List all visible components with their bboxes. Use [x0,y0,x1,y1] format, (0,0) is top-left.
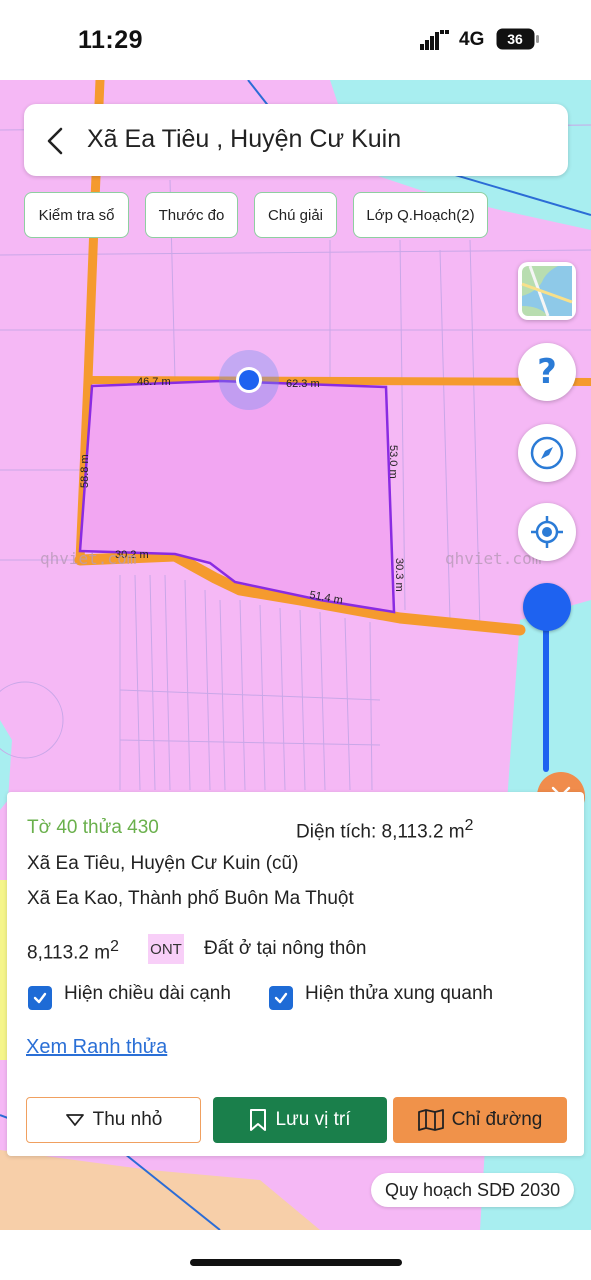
directions-button[interactable]: Chỉ đường [393,1097,567,1143]
area-value: 8,113.2 m2 [27,938,119,964]
signal-icon [420,30,449,50]
zoom-slider-handle[interactable] [523,583,571,631]
ruler-button[interactable]: Thước đo [145,192,238,238]
save-location-label: Lưu vị trí [275,1109,351,1130]
area-unit-sup: 2 [464,817,474,834]
directions-label: Chỉ đường [451,1109,543,1130]
parcel-info-panel: Tờ 40 thửa 430 Diện tích: 8,113.2 m2 Xã … [7,792,584,1156]
home-indicator[interactable] [190,1259,402,1266]
area-value-text: 8,113.2 m [27,942,111,964]
bottom-bar [0,1230,591,1280]
area-label-text: Diện tích: 8,113.2 m [296,821,465,843]
planning-layers-button[interactable]: Lớp Q.Hoạch(2) [353,192,488,238]
locate-me-button[interactable] [518,503,576,561]
crosshair-icon [531,516,563,548]
bookmark-icon [250,1109,267,1131]
land-code-badge: ONT [148,934,184,964]
location-dot [239,370,259,390]
help-icon: ? [537,352,557,392]
old-address: Xã Ea Tiêu, Huyện Cư Kuin (cũ) [27,853,299,874]
status-bar: 11:29 4G 36 [0,0,591,80]
view-boundary-link[interactable]: Xem Ranh thửa [26,1036,167,1059]
map-icon [417,1109,444,1131]
triangle-down-icon [65,1114,84,1126]
watermark: qhviet.com [40,549,136,568]
area-value-sup: 2 [110,938,119,955]
map-thumbnail-icon [521,265,573,317]
show-edge-lengths-label[interactable]: Hiện chiều dài cạnh [64,983,231,1005]
show-neighbors-label[interactable]: Hiện thửa xung quanh [305,983,493,1005]
battery-level: 36 [507,31,523,47]
check-book-button[interactable]: Kiểm tra sổ [24,192,129,238]
map-type-button[interactable] [518,262,576,320]
compass-icon [530,436,564,470]
show-neighbors-checkbox[interactable] [269,986,293,1010]
status-time: 11:29 [78,26,144,54]
back-arrow-icon[interactable] [42,126,68,156]
network-label: 4G [459,29,485,50]
help-button[interactable]: ? [518,343,576,401]
show-edge-lengths-checkbox[interactable] [28,986,52,1010]
parcel-number: Tờ 40 thửa 430 [27,817,159,838]
check-icon [33,992,47,1004]
orange-zone-bottom [0,1150,320,1230]
top-header: Xã Ea Tiêu , Huyện Cư Kuin [24,104,568,176]
save-location-button[interactable]: Lưu vị trí [213,1097,387,1143]
edge-label: 53.0 m [387,445,399,479]
check-icon [274,992,288,1004]
battery-icon: 36 [496,28,539,50]
land-type: Đất ở tại nông thôn [204,938,367,959]
area-label: Diện tích: 8,113.2 m2 [296,817,473,843]
page-title: Xã Ea Tiêu , Huyện Cư Kuin [87,125,402,153]
planning-layer-label[interactable]: Quy hoạch SDĐ 2030 [371,1173,575,1207]
yellow-zone-left [0,880,7,1060]
legend-button[interactable]: Chú giải [254,192,337,238]
edge-label: 58.8 m [79,454,91,488]
edge-label: 46.7 m [137,376,171,388]
collapse-button[interactable]: Thu nhỏ [26,1097,201,1143]
selected-parcel[interactable] [78,379,396,614]
app-screen: 11:29 4G 36 46.7 m 62.3 m 58.8 m 53.0 m … [0,0,591,1280]
collapse-label: Thu nhỏ [92,1109,163,1130]
edge-label: 30.3 m [393,558,405,592]
new-address: Xã Ea Kao, Thành phố Buôn Ma Thuột [27,888,354,909]
edge-label: 62.3 m [286,378,320,390]
compass-button[interactable] [518,424,576,482]
